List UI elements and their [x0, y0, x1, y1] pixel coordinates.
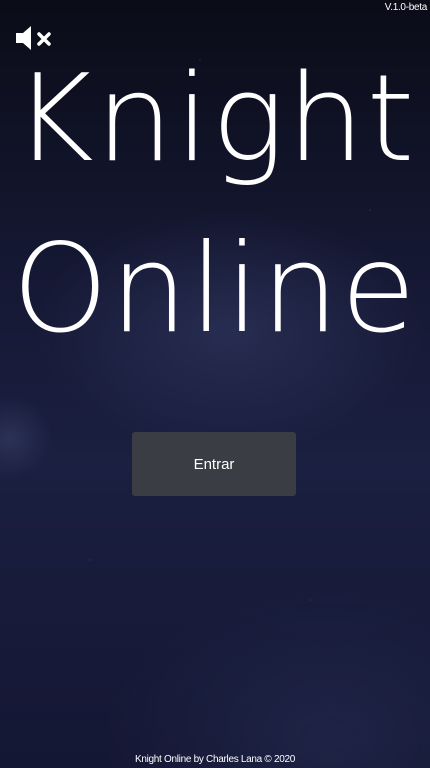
game-title-line-1: Knight — [13, 50, 417, 189]
enter-button[interactable]: Entrar — [132, 432, 296, 496]
mute-toggle-button[interactable] — [14, 24, 54, 52]
speaker-muted-icon — [16, 26, 51, 50]
version-label: V.1.0-beta — [384, 2, 428, 13]
footer-credit: Knight Online by Charles Lana © 2020 — [134, 754, 295, 765]
game-title-line-2: Online — [12, 218, 418, 360]
